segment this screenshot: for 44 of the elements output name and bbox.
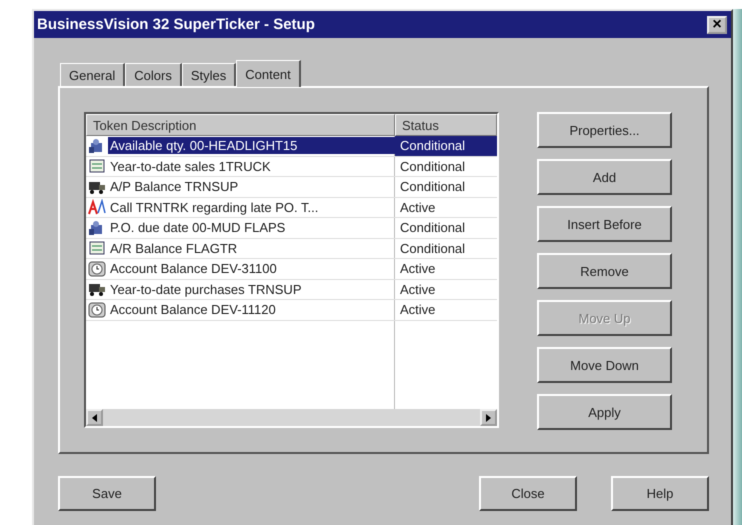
status-cell-text: Active: [399, 301, 436, 319]
status-cell-text: Conditional: [399, 158, 466, 176]
dialog-button[interactable]: Help: [611, 476, 709, 511]
horizontal-scrollbar[interactable]: [86, 409, 497, 426]
save-button[interactable]: Save: [58, 476, 156, 511]
action-button[interactable]: Move Down: [537, 347, 672, 383]
ledger-icon: [88, 240, 106, 256]
token-description[interactable]: A/R Balance FLAGTR: [108, 240, 395, 257]
dialog-button[interactable]: Close: [479, 476, 577, 511]
action-button[interactable]: Add: [537, 159, 672, 195]
status-cell: Conditional: [395, 136, 497, 156]
close-button[interactable]: ×: [707, 16, 727, 34]
status-cell-text: Active: [399, 198, 436, 216]
tab[interactable]: Colors: [125, 63, 182, 86]
status-cell-text: Conditional: [399, 219, 466, 237]
status-cell-text: Conditional: [399, 240, 466, 258]
action-button[interactable]: Apply: [537, 394, 672, 430]
token-description[interactable]: Account Balance DEV-31100: [108, 260, 395, 278]
token-description[interactable]: Year-to-date purchases TRNSUP: [108, 280, 395, 298]
token-description[interactable]: Year-to-date sales 1TRUCK: [108, 158, 395, 175]
action-button[interactable]: Remove: [537, 253, 672, 289]
window-title: BusinessVision 32 SuperTicker - Setup: [37, 16, 315, 33]
tab[interactable]: Styles: [182, 63, 236, 86]
ledger-icon: [88, 158, 106, 174]
left-arrow-icon: [92, 414, 97, 422]
letter-icon: [88, 199, 106, 216]
column-header[interactable]: Status: [395, 114, 497, 136]
token-description[interactable]: A/P Balance TRNSUP: [108, 178, 395, 196]
action-button[interactable]: Properties...: [537, 112, 672, 148]
token-description[interactable]: Available qty. 00-HEADLIGHT15: [108, 137, 395, 154]
tab[interactable]: General: [60, 63, 126, 86]
status-cell-text: Active: [399, 260, 436, 278]
token-description[interactable]: Call TRNTRK regarding late PO. T...: [108, 198, 395, 216]
truck-icon: [88, 281, 106, 298]
token-description[interactable]: P.O. due date 00-MUD FLAPS: [108, 219, 395, 236]
right-arrow-icon: [486, 414, 491, 422]
clock-icon: [88, 260, 106, 277]
status-cell-text: Conditional: [399, 178, 466, 196]
status-cell-text: Active: [399, 280, 436, 298]
token-description[interactable]: Account Balance DEV-11120: [108, 301, 395, 318]
clock-icon: [88, 302, 106, 318]
tab[interactable]: Content: [236, 60, 301, 87]
action-button[interactable]: Insert Before: [537, 206, 672, 242]
column-header[interactable]: Token Description: [86, 114, 395, 136]
